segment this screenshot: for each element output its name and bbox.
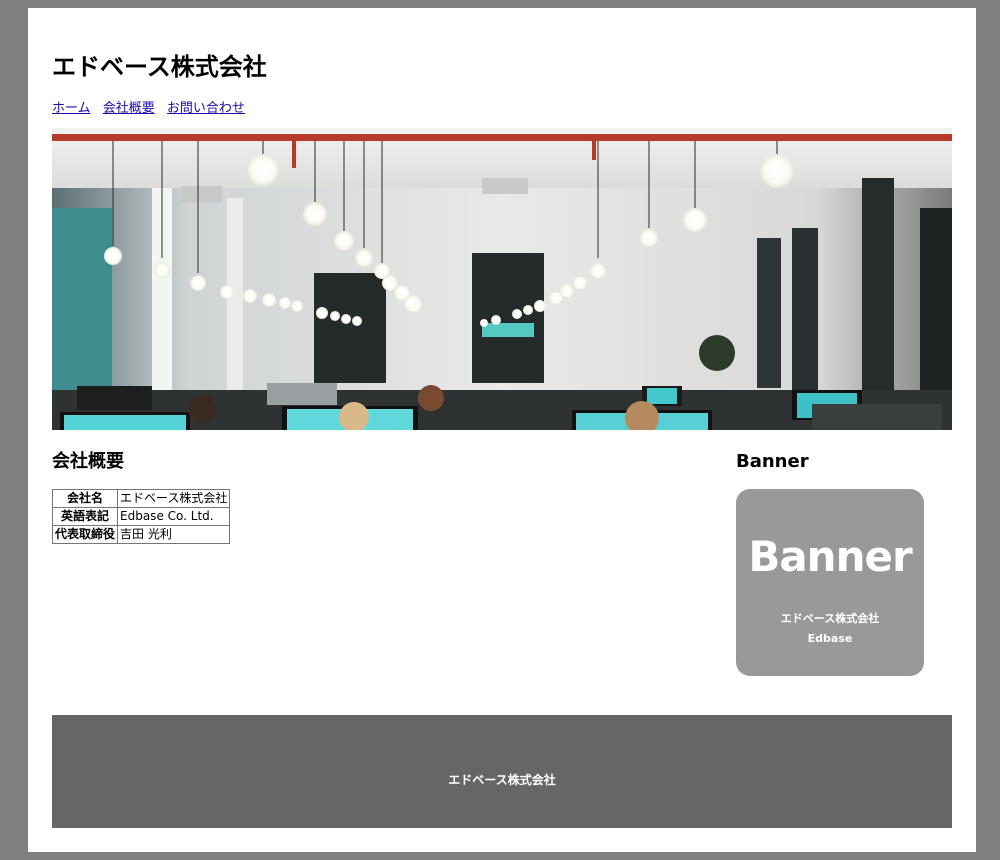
table-row: 会社名 エドベース株式会社 [51,489,231,508]
company-info-table: 会社名 エドベース株式会社 英語表記 Edbase Co. Ltd. 代表取締役… [51,489,231,544]
company-overview-heading: 会社概要 [52,451,124,472]
table-row: 代表取締役 吉田 光利 [51,525,231,544]
english-name-value: Edbase Co. Ltd. [117,507,231,526]
nav-link-contact[interactable]: お問い合わせ [167,101,245,116]
representative-value: 吉田 光利 [117,525,231,544]
company-name-label: 会社名 [51,489,119,508]
nav-link-home[interactable]: ホーム [52,101,91,116]
global-nav: ホーム 会社概要 お問い合わせ [52,100,253,118]
representative-label: 代表取締役 [51,525,119,544]
footer-company-name: エドベース株式会社 [448,773,556,787]
banner-title: Banner [748,532,912,581]
nav-link-about[interactable]: 会社概要 [103,101,155,116]
page-container: エドベース株式会社 ホーム 会社概要 お問い合わせ 会社概要 会社名 エドベース… [28,8,976,852]
english-name-label: 英語表記 [51,507,119,526]
banner-brand-name: Edbase [807,632,853,645]
site-title: エドベース株式会社 [52,53,267,81]
site-footer: エドベース株式会社 [52,715,952,828]
hero-image [52,128,952,430]
banner-company-name: エドベース株式会社 [780,612,880,625]
sidebar-banner-heading: Banner [736,451,809,472]
banner-link[interactable]: Banner エドベース株式会社 Edbase [736,489,924,676]
company-name-value: エドベース株式会社 [117,489,231,508]
table-row: 英語表記 Edbase Co. Ltd. [51,507,231,526]
